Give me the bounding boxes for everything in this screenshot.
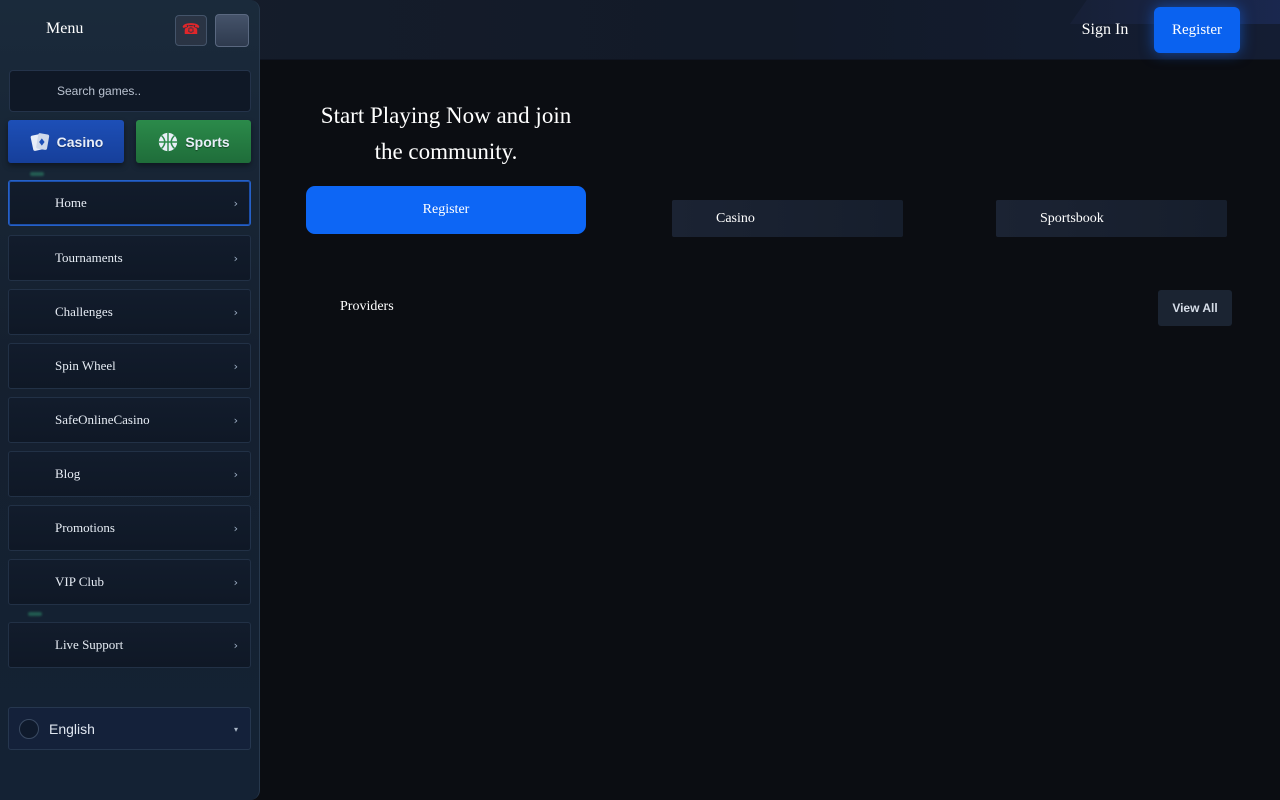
sidebar-toggle-button[interactable] — [215, 14, 249, 47]
basketball-icon — [159, 132, 178, 151]
sign-in-button[interactable]: Sign In — [1066, 12, 1144, 48]
quick-link-casino[interactable]: Casino — [672, 200, 903, 237]
sidebar-item-home[interactable]: Home › — [8, 180, 251, 226]
quick-link-label: Sportsbook — [1040, 210, 1104, 226]
sidebar-item-safeonlinecasino[interactable]: SafeOnlineCasino › — [8, 397, 251, 443]
header-register-button[interactable]: Register — [1154, 7, 1240, 53]
chevron-right-icon: › — [233, 196, 238, 210]
sidebar-item-tournaments[interactable]: Tournaments › — [8, 235, 251, 281]
search-input[interactable] — [57, 84, 237, 98]
chevron-right-icon: › — [233, 359, 238, 373]
decorative-glow — [30, 172, 44, 176]
tab-sports-label: Sports — [185, 133, 230, 150]
search-box — [9, 70, 251, 112]
tab-casino[interactable]: Casino — [8, 120, 124, 163]
quick-link-sportsbook[interactable]: Sportsbook — [996, 200, 1227, 237]
sidebar-item-blog[interactable]: Blog › — [8, 451, 251, 497]
view-all-button[interactable]: View All — [1158, 290, 1232, 326]
sidebar-item-label: Tournaments — [55, 250, 123, 265]
sidebar-item-label: Challenges — [55, 304, 113, 319]
language-select[interactable]: English ▾ — [8, 707, 251, 750]
globe-icon — [19, 718, 39, 739]
cards-icon — [30, 132, 49, 151]
sidebar-item-spin-wheel[interactable]: Spin Wheel › — [8, 343, 251, 389]
sidebar-item-label: SafeOnlineCasino — [55, 412, 150, 427]
sidebar: Menu ☎ Casino Sports Home › Tournaments … — [0, 0, 260, 800]
language-label: English — [49, 720, 95, 737]
chevron-right-icon: › — [233, 251, 238, 265]
register-button[interactable]: Register — [306, 186, 586, 234]
sidebar-item-live-support[interactable]: Live Support › — [8, 622, 251, 668]
tab-casino-label: Casino — [56, 133, 104, 150]
sidebar-item-vip-club[interactable]: VIP Club › — [8, 559, 251, 605]
sidebar-item-label: VIP Club — [55, 574, 104, 589]
sidebar-item-label: Spin Wheel — [55, 358, 116, 373]
chevron-right-icon: › — [233, 521, 238, 535]
caret-down-icon: ▾ — [233, 725, 238, 734]
phone-icon: ☎ — [181, 22, 201, 38]
sidebar-item-promotions[interactable]: Promotions › — [8, 505, 251, 551]
sidebar-item-challenges[interactable]: Challenges › — [8, 289, 251, 335]
chevron-right-icon: › — [233, 467, 238, 481]
sidebar-item-label: Live Support — [55, 637, 124, 652]
sidebar-item-label: Blog — [55, 466, 81, 481]
hero-title: Start Playing Now and join the community… — [320, 103, 572, 164]
chevron-right-icon: › — [233, 305, 238, 319]
providers-title: Providers — [340, 299, 394, 314]
chevron-right-icon: › — [233, 575, 238, 589]
chevron-right-icon: › — [233, 413, 238, 427]
sidebar-item-label: Home — [55, 195, 87, 210]
quick-link-label: Casino — [716, 210, 755, 226]
tab-sports[interactable]: Sports — [136, 120, 251, 163]
decorative-glow — [28, 612, 42, 616]
sidebar-item-label: Promotions — [55, 520, 115, 535]
menu-title: Menu — [46, 20, 84, 37]
phone-button[interactable]: ☎ — [175, 15, 207, 46]
chevron-right-icon: › — [233, 638, 238, 652]
